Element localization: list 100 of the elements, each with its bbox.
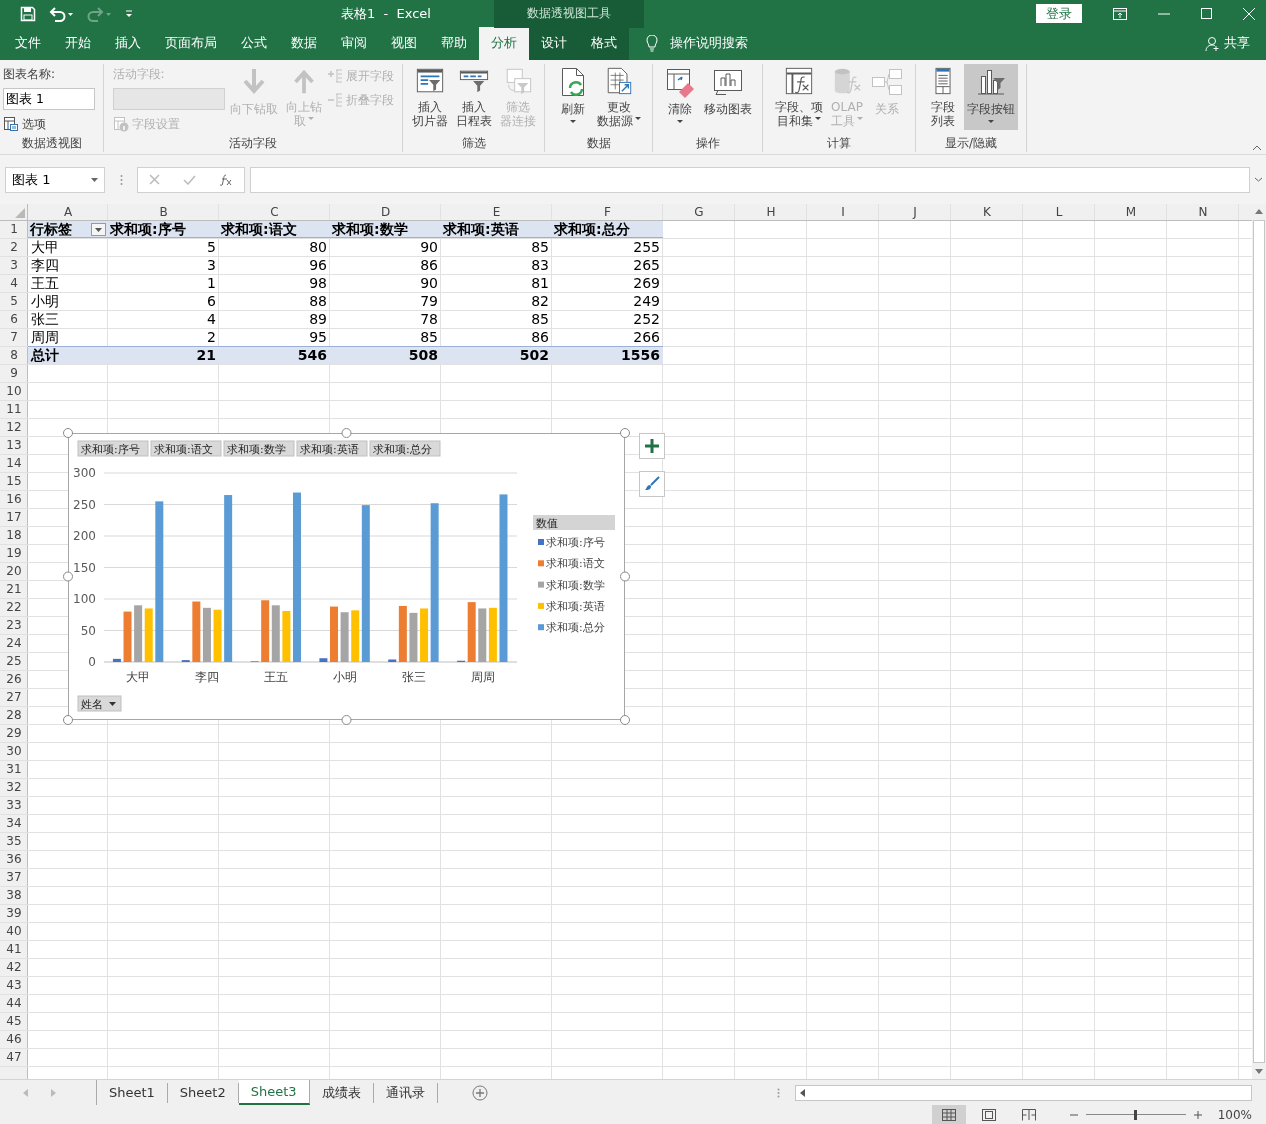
row-number[interactable]: 34 [6,816,22,830]
ribbon-tab[interactable]: 审阅 [329,27,379,61]
login-button[interactable]: 登录 [1036,4,1082,24]
row-number[interactable]: 36 [6,852,22,866]
ribbon-button[interactable]: 字段按钮 [964,64,1018,131]
resize-handle[interactable] [620,715,630,725]
value-field-button[interactable]: 求和项:序号 [77,440,149,457]
sheet-tab[interactable]: Sheet3 [238,1080,310,1105]
row-number[interactable]: 5 [10,294,18,308]
scrollbar-thumb[interactable] [1253,220,1265,1063]
row-number[interactable]: 9 [10,366,18,380]
ribbon-tab[interactable]: 视图 [379,27,429,61]
ribbon-tab[interactable]: 分析 [479,27,529,61]
row-number[interactable]: 43 [6,978,22,992]
maximize-icon[interactable] [1201,8,1212,20]
tell-me-search[interactable]: 操作说明搜索 [670,35,748,53]
row-number[interactable]: 15 [6,474,22,488]
row-number[interactable]: 10 [6,384,22,398]
row-number[interactable]: 14 [6,456,22,470]
bar[interactable] [430,503,439,662]
column-header[interactable]: D [330,204,441,221]
column-header[interactable]: C [219,204,330,221]
sheet-tab[interactable]: Sheet1 [97,1082,168,1103]
row-number[interactable]: 19 [6,546,22,560]
bar[interactable] [112,658,121,662]
row-number[interactable]: 23 [6,618,22,632]
row-number[interactable]: 4 [10,276,18,290]
row-number[interactable]: 44 [6,996,22,1010]
name-box[interactable]: 图表 1 [5,166,105,193]
ribbon-button[interactable]: 选项 [3,114,95,135]
collapse-ribbon-icon[interactable] [1252,145,1262,152]
row-number[interactable]: 8 [10,348,18,362]
add-sheet-icon[interactable] [471,1084,488,1101]
legend-item[interactable]: 求和项:序号 [538,536,605,549]
row-number[interactable]: 28 [6,708,22,722]
sheet-tab[interactable]: 成绩表 [309,1082,374,1103]
previous-sheet-icon[interactable] [23,1088,28,1097]
sheet-tab[interactable]: Sheet2 [167,1082,239,1103]
row-number[interactable]: 3 [10,258,18,272]
chart-styles-button[interactable] [639,471,665,497]
column-header[interactable]: H [735,204,807,221]
row-number[interactable]: 31 [6,762,22,776]
bar[interactable] [192,601,201,662]
horizontal-scrollbar[interactable] [794,1084,1252,1101]
bar[interactable] [467,602,476,662]
column-header[interactable]: N [1167,204,1239,221]
chart-elements-button[interactable] [639,433,665,459]
ribbon-button[interactable]: 移动图表 [700,64,755,131]
value-field-button[interactable]: 求和项:数学 [223,440,295,457]
value-field-button[interactable]: 求和项:英语 [296,440,368,457]
row-number[interactable]: 11 [6,402,22,416]
zoom-in-icon[interactable] [1193,1110,1202,1119]
column-header[interactable]: F [552,204,663,221]
row-number[interactable]: 47 [6,1050,22,1064]
zoom-out-icon[interactable] [1069,1113,1078,1116]
bar[interactable] [499,494,508,662]
next-sheet-icon[interactable] [51,1088,56,1097]
row-number[interactable]: 40 [6,924,22,938]
drag-handle-icon[interactable] [120,173,123,186]
resize-handle[interactable] [341,428,352,438]
undo-icon[interactable] [48,5,74,22]
ribbon-button[interactable]: 更改 数据源 [593,64,644,131]
bar[interactable] [271,605,280,662]
ribbon-tab[interactable]: 插入 [103,27,153,61]
row-number[interactable]: 38 [6,888,22,902]
row-number[interactable]: 12 [6,420,22,434]
row-number[interactable]: 17 [6,510,22,524]
cancel-icon[interactable] [149,174,161,186]
formula-input[interactable] [250,166,1250,193]
expand-icon[interactable] [1254,177,1263,183]
bar[interactable] [224,495,233,662]
ribbon-tab[interactable]: 格式 [579,27,629,61]
legend-item[interactable]: 求和项:语文 [538,557,605,571]
scroll-down-icon[interactable] [1255,1069,1263,1074]
row-number[interactable]: 6 [10,312,18,326]
row-number[interactable]: 33 [6,798,22,812]
ribbon-button[interactable]: 字段 列表 [924,64,962,131]
column-header[interactable]: I [807,204,879,221]
column-header[interactable]: B [108,204,219,221]
bar[interactable] [134,605,143,662]
bar[interactable] [388,659,397,662]
legend-item[interactable]: 求和项:数学 [538,578,605,592]
legend-item[interactable]: 求和项:总分 [538,621,605,635]
resize-handle[interactable] [63,715,73,725]
bar[interactable] [478,608,487,662]
resize-handle[interactable] [620,428,630,438]
row-number[interactable]: 26 [6,672,22,686]
bar[interactable] [398,605,407,662]
scroll-up-icon[interactable] [1255,209,1263,214]
sheet-tab[interactable]: 通讯录 [373,1082,438,1103]
resize-handle[interactable] [63,428,73,438]
ribbon-tab[interactable]: 页面布局 [153,27,229,61]
resize-handle[interactable] [341,715,352,725]
filter-dropdown-icon[interactable] [91,222,106,236]
row-number[interactable]: 27 [6,690,22,704]
scroll-left-icon[interactable] [799,1088,805,1097]
row-number[interactable]: 41 [6,942,22,956]
row-number[interactable]: 37 [6,870,22,884]
zoom-level[interactable]: 100% [1217,1107,1252,1122]
row-number[interactable]: 45 [6,1014,22,1028]
